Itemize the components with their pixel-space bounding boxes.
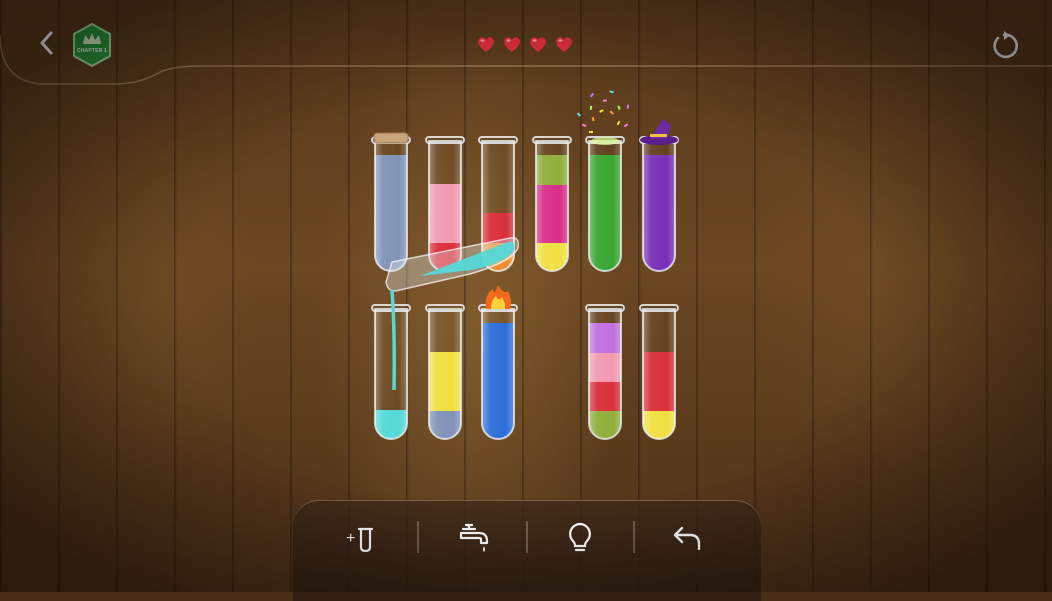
tube-10[interactable] [585,304,625,440]
tube-5[interactable] [576,90,630,272]
add-tube-icon: + [346,527,374,553]
toolbar-divider [526,521,528,553]
tube-glass [481,308,515,440]
faucet-button[interactable] [451,516,497,560]
tube-glass [588,308,622,440]
add-tube-button[interactable]: + [338,516,384,560]
tube-4[interactable] [532,136,572,272]
toolbar-divider [633,521,635,553]
tube-glass [428,308,462,440]
witch-hat-icon [640,119,678,145]
tube-11[interactable] [639,304,679,440]
tube-9[interactable] [478,285,518,440]
tube-glass [642,308,676,440]
hint-button[interactable] [557,516,603,560]
lightbulb-icon [569,522,591,552]
tube-glass [535,140,569,272]
tube-6[interactable] [639,119,679,272]
svg-text:+: + [346,530,355,547]
tube-8[interactable] [425,304,465,440]
fire-icon [485,285,512,309]
undo-button[interactable] [664,516,710,560]
cork-icon [373,132,409,144]
toolbar-divider [417,521,419,553]
tube-1[interactable] [371,132,411,272]
tube-7[interactable] [371,304,411,440]
tube-glass [374,140,408,272]
bottom-toolbar: + [293,500,761,601]
tube-glass [642,140,676,272]
tube-glass [374,308,408,440]
faucet-icon [459,523,489,552]
undo-icon [673,526,701,551]
tube-glass [588,140,622,272]
